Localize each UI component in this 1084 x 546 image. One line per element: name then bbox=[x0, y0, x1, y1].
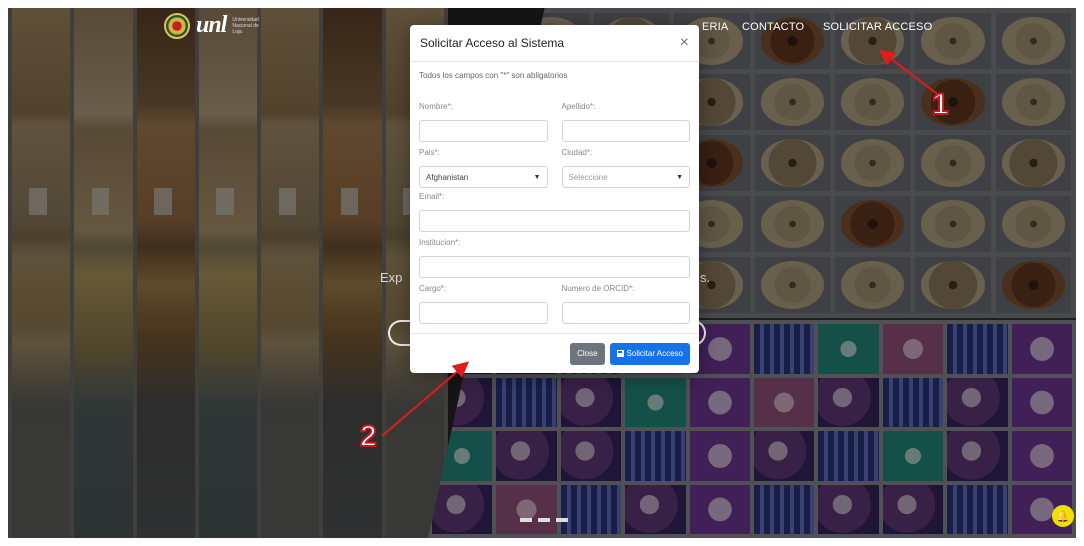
required-fields-note: Todos los campos con "*" son abligatorio… bbox=[419, 71, 568, 80]
form-row: Pais*: Afghanistan ▼ Ciudad*: Seleccione… bbox=[419, 148, 690, 194]
logo-text: unl bbox=[196, 12, 227, 38]
close-button[interactable]: Close bbox=[570, 342, 605, 365]
cargo-label: Cargo*: bbox=[419, 284, 447, 293]
pais-label: Pais*: bbox=[419, 148, 440, 157]
close-icon[interactable]: × bbox=[680, 35, 689, 51]
form-group: Ciudad*: Seleccione ▼ bbox=[561, 148, 690, 194]
nombre-label: Nombre*: bbox=[419, 102, 453, 111]
institucion-label: Institucion*: bbox=[419, 238, 461, 247]
ciudad-selected-value: Seleccione bbox=[568, 172, 608, 182]
annotation-number-1: 1 bbox=[931, 88, 950, 121]
solicitar-acceso-button[interactable]: Solicitar Acceso bbox=[609, 342, 690, 365]
nav-item-contacto[interactable]: CONTACTO bbox=[742, 21, 804, 33]
nav-item-galeria[interactable]: ERIA bbox=[702, 21, 728, 33]
university-logo[interactable]: unl Universidad Nacional de Loja bbox=[164, 12, 266, 39]
form-group: Cargo*: bbox=[419, 284, 548, 330]
pais-selected-value: Afghanistan bbox=[426, 172, 469, 182]
email-input[interactable] bbox=[419, 210, 690, 232]
hero-text-left: Exp bbox=[380, 270, 403, 285]
modal-body: Todos los campos con "*" son abligatorio… bbox=[410, 62, 699, 330]
chevron-down-icon: ▼ bbox=[676, 173, 683, 181]
nombre-input[interactable] bbox=[419, 120, 548, 142]
modal-footer: Close Solicitar Acceso bbox=[410, 333, 699, 373]
hero-text-right: s. bbox=[700, 270, 711, 285]
carousel-indicators bbox=[520, 518, 568, 522]
ciudad-select[interactable]: Seleccione ▼ bbox=[561, 166, 690, 188]
form-row: Nombre*: Apellido*: bbox=[419, 102, 690, 148]
carousel-indicator[interactable] bbox=[538, 518, 550, 522]
orcid-label: Numero de ORCID*: bbox=[561, 284, 635, 293]
cargo-input[interactable] bbox=[419, 302, 548, 324]
orcid-input[interactable] bbox=[561, 302, 690, 324]
chevron-down-icon: ▼ bbox=[533, 173, 541, 181]
form-group: Apellido*: bbox=[561, 102, 690, 148]
pais-select[interactable]: Afghanistan ▼ bbox=[419, 166, 548, 188]
request-access-modal: Solicitar Acceso al Sistema × Todos los … bbox=[410, 25, 699, 373]
form-group: Numero de ORCID*: bbox=[561, 284, 690, 330]
institucion-input[interactable] bbox=[419, 256, 690, 278]
solicitar-acceso-label: Solicitar Acceso bbox=[626, 349, 683, 358]
nav-item-solicitar-acceso[interactable]: SOLICITAR ACCESO bbox=[823, 21, 932, 33]
modal-header: Solicitar Acceso al Sistema × bbox=[410, 25, 699, 62]
apellido-label: Apellido*: bbox=[561, 102, 596, 111]
form-row: Cargo*: Numero de ORCID*: bbox=[419, 284, 690, 330]
form-group: Pais*: Afghanistan ▼ bbox=[419, 148, 548, 194]
form-group: Nombre*: bbox=[419, 102, 548, 148]
bell-icon[interactable]: 🔔 bbox=[1052, 505, 1074, 527]
carousel-indicator[interactable] bbox=[556, 518, 568, 522]
save-icon bbox=[616, 350, 624, 357]
annotation-number-2: 2 bbox=[359, 420, 378, 453]
ciudad-label: Ciudad*: bbox=[561, 148, 593, 157]
carousel-indicator[interactable] bbox=[520, 518, 532, 522]
seal-icon bbox=[164, 12, 190, 39]
apellido-input[interactable] bbox=[561, 120, 690, 142]
logo-subtitle: Universidad Nacional de Loja bbox=[232, 16, 259, 35]
modal-title: Solicitar Acceso al Sistema bbox=[420, 36, 565, 50]
